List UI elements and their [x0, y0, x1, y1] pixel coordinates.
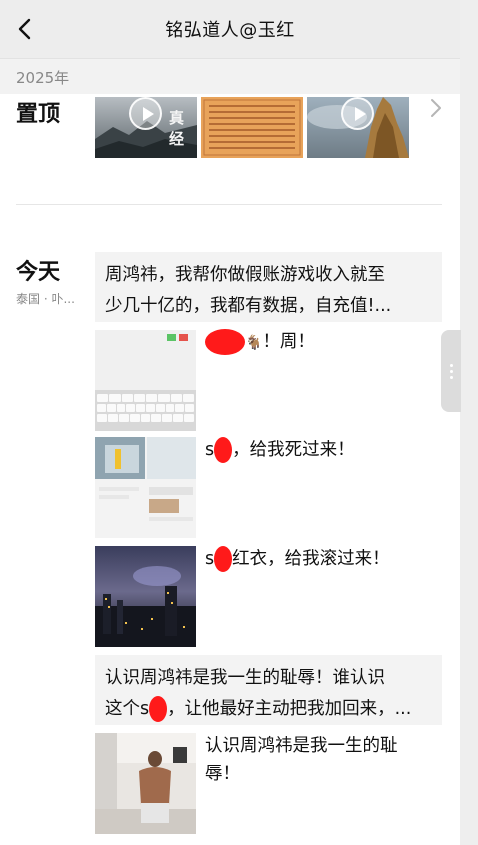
- year-label: 2025年: [16, 69, 70, 87]
- chevron-right-icon[interactable]: [426, 96, 446, 120]
- pinned-image-thumbnail-2[interactable]: [201, 97, 303, 158]
- nav-bar: 铭弘道人@玉红: [0, 0, 460, 58]
- post-text-line: 少几十亿的，我都有数据，自充值!...: [105, 296, 392, 316]
- caption-text-pre: s: [205, 549, 215, 569]
- caption-text: 红衣，给我滚过来！: [232, 549, 390, 569]
- post-image-screenshot-2[interactable]: [95, 437, 196, 538]
- svg-text:真: 真: [169, 109, 184, 127]
- pinned-video-thumbnail-1[interactable]: 真 经: [95, 97, 197, 158]
- nav-title: 铭弘道人@玉红: [165, 20, 295, 41]
- pinned-label: 置顶: [16, 102, 61, 127]
- post-text-line: 认识周鸿祎是我一生的耻辱！谁认识: [105, 668, 385, 688]
- post-text-pre: 这个s: [105, 699, 150, 719]
- redaction-mark: [214, 546, 233, 572]
- post-text-line: 这个s ，让他最好主动把我加回来，...: [105, 694, 432, 725]
- caption-text: ，给我死过来！: [232, 440, 355, 460]
- caption-text: ！周！: [262, 332, 315, 352]
- goat-icon: 🐐: [245, 335, 263, 351]
- redaction-mark: [214, 437, 233, 463]
- redaction-mark: [205, 329, 245, 355]
- play-icon: [341, 97, 374, 130]
- post-caption-6: 认识周鸿祎是我一生的耻 辱！: [205, 732, 435, 788]
- caption-line: 认识周鸿祎是我一生的耻: [205, 736, 398, 756]
- svg-text:经: 经: [169, 130, 184, 148]
- post-text-post: ，让他最好主动把我加回来，...: [167, 699, 412, 719]
- post-text-line: 周鸿祎，我帮你做假账游戏收入就至: [105, 265, 385, 285]
- post-image-night-city[interactable]: [95, 546, 196, 647]
- post-caption-4: s 红衣，给我滚过来！: [205, 545, 435, 573]
- caption-line: 辱！: [205, 764, 240, 784]
- text-post-1[interactable]: 周鸿祎，我帮你做假账游戏收入就至 少几十亿的，我都有数据，自充值!...: [95, 252, 442, 322]
- pinned-video-thumbnail-3[interactable]: [307, 97, 409, 158]
- year-header: 2025年: [0, 58, 460, 94]
- day-label-today: 今天: [16, 260, 61, 285]
- side-drawer-handle[interactable]: [441, 330, 461, 412]
- post-image-photo[interactable]: [95, 733, 196, 834]
- right-edge: [460, 0, 478, 845]
- location-label: 泰国 · 卟...: [16, 292, 75, 306]
- post-caption-2: 🐐！周！: [205, 328, 435, 357]
- back-arrow-icon[interactable]: [10, 14, 40, 44]
- text-post-5[interactable]: 认识周鸿祎是我一生的耻辱！谁认识 这个s ，让他最好主动把我加回来，...: [95, 655, 442, 725]
- caption-text-pre: s: [205, 440, 215, 460]
- post-caption-3: s ，给我死过来！: [205, 436, 435, 464]
- play-icon: [129, 97, 162, 130]
- redaction-mark: [149, 696, 168, 722]
- section-divider: [16, 204, 442, 205]
- post-image-screenshot-1[interactable]: [95, 330, 196, 431]
